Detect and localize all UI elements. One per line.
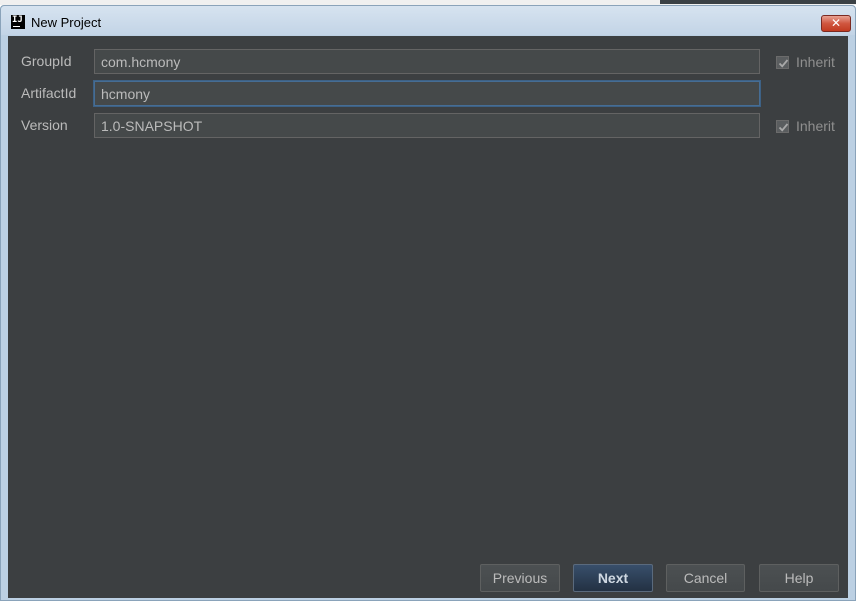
artifact-id-input[interactable]	[94, 81, 760, 106]
group-id-inherit[interactable]: Inherit	[776, 53, 835, 71]
version-inherit[interactable]: Inherit	[776, 117, 835, 135]
cancel-button[interactable]: Cancel	[666, 564, 745, 592]
version-label: Version	[21, 117, 68, 133]
intellij-app-icon: IJ	[11, 15, 25, 29]
help-button[interactable]: Help	[759, 564, 839, 592]
group-id-label: GroupId	[21, 53, 72, 69]
app-icon-underline	[13, 26, 20, 27]
title-bar[interactable]: IJ New Project ✕	[1, 6, 855, 35]
version-inherit-checkbox[interactable]	[776, 119, 789, 133]
group-id-input[interactable]	[94, 49, 760, 74]
dialog-content: GroupId Inherit ArtifactId Version Inher…	[8, 36, 848, 598]
close-icon: ✕	[830, 16, 842, 30]
checkmark-icon	[778, 58, 789, 68]
version-inherit-label: Inherit	[796, 118, 835, 134]
version-input[interactable]	[94, 113, 760, 138]
previous-button[interactable]: Previous	[480, 564, 560, 592]
checkmark-icon	[778, 122, 789, 132]
close-button[interactable]: ✕	[821, 15, 851, 32]
group-id-inherit-checkbox[interactable]	[776, 55, 789, 69]
window-title: New Project	[31, 15, 102, 30]
artifact-id-label: ArtifactId	[21, 85, 77, 101]
desktop-background-window	[660, 0, 856, 4]
app-icon-text: IJ	[12, 15, 23, 25]
group-id-inherit-label: Inherit	[796, 54, 835, 70]
next-button[interactable]: Next	[573, 564, 653, 592]
new-project-dialog: IJ New Project ✕ GroupId Inherit Artifac…	[0, 5, 856, 601]
